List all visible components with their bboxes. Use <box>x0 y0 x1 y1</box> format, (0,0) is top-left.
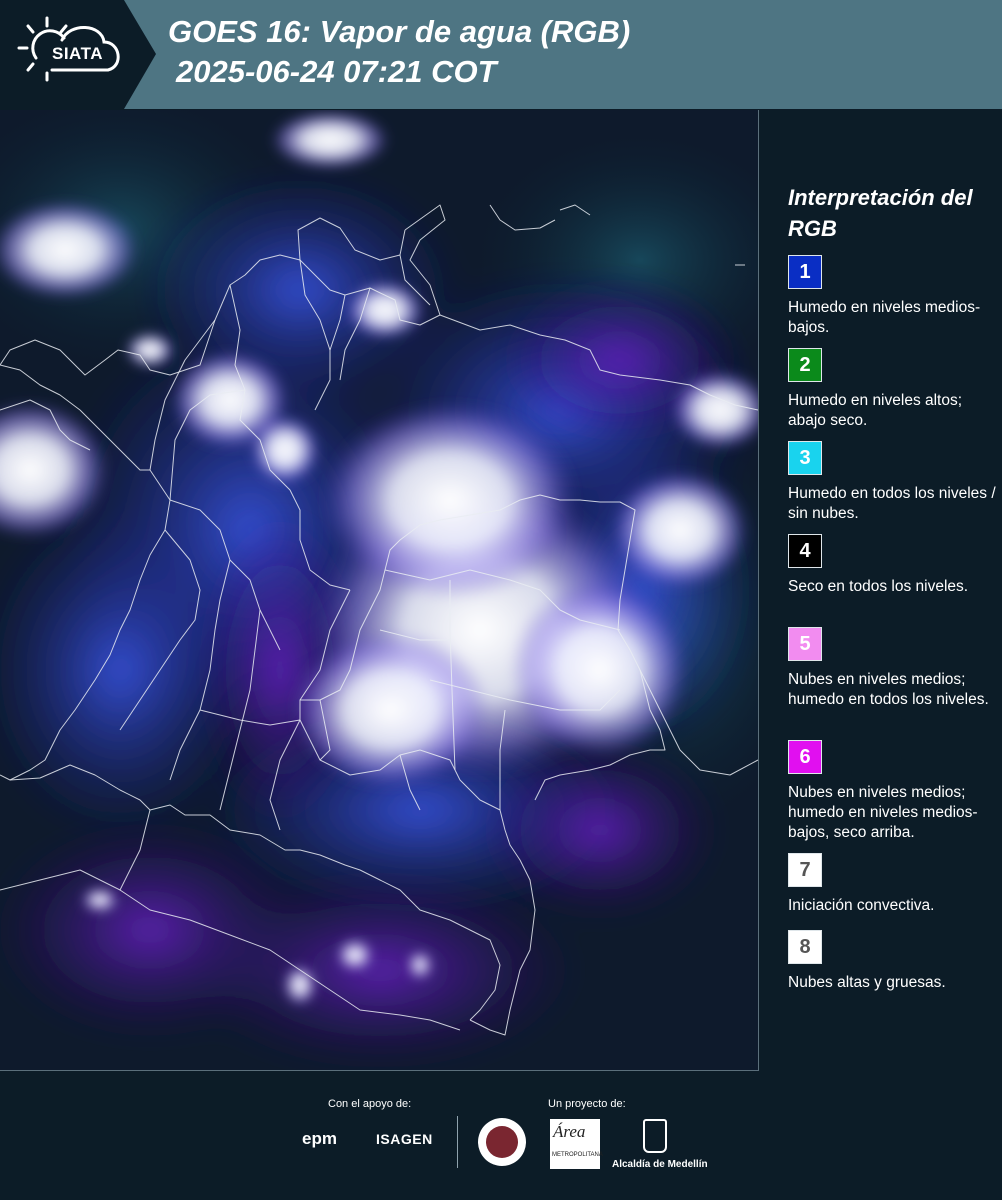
epm-logo: epm <box>302 1129 337 1148</box>
legend-description: Iniciación convectiva. <box>788 897 935 914</box>
logo-text: SIATA <box>52 44 103 63</box>
area-metropolitana-logo: Área METROPOLITANA <box>550 1119 603 1169</box>
legend-description: Nubes en niveles medios; humedo en nivel… <box>788 784 978 841</box>
legend-description: Humedo en todos los niveles / sin nubes. <box>788 485 996 522</box>
legend-item: 6 Nubes en niveles medios; humedo en nive… <box>788 740 998 843</box>
rgb-legend: Interpretación del RGB 1 Humedo en nivele… <box>770 110 1002 1070</box>
legend-swatch: 1 <box>788 255 822 289</box>
legend-swatch: 2 <box>788 348 822 382</box>
timestamp: 2025-06-24 07:21 COT <box>176 54 497 89</box>
legend-item: 4 Seco en todos los niveles. <box>788 534 998 597</box>
project-label: Un proyecto de: <box>548 1098 626 1110</box>
legend-item: 3 Humedo en todos los niveles / sin nubes… <box>788 441 998 524</box>
metro-logo-sub: METROPOLITANA <box>552 1152 603 1158</box>
legend-item: 5 Nubes en niveles medios; humedo en todo… <box>788 627 998 710</box>
footer-divider <box>457 1116 458 1168</box>
support-label: Con el apoyo de: <box>328 1098 412 1110</box>
legend-swatch: 8 <box>788 930 822 964</box>
isagen-logo: ISAGEN <box>376 1131 433 1147</box>
legend-item: 2 Humedo en niveles altos; abajo seco. <box>788 348 998 431</box>
legend-swatch: 6 <box>788 740 822 774</box>
legend-item: 1 Humedo en niveles medios-bajos. <box>788 255 998 338</box>
legend-swatch: 7 <box>788 853 822 887</box>
legend-description: Humedo en niveles altos; abajo seco. <box>788 392 963 429</box>
alcaldia-shield-icon <box>643 1119 667 1153</box>
alcaldia-label: Alcaldía de Medellín <box>612 1159 708 1170</box>
legend-swatch: 5 <box>788 627 822 661</box>
legend-description: Seco en todos los niveles. <box>788 578 969 595</box>
legend-item: 8 Nubes altas y gruesas. <box>788 930 998 993</box>
legend-description: Nubes altas y gruesas. <box>788 974 946 991</box>
satellite-map <box>0 110 759 1071</box>
antioquia-seal-logo <box>478 1118 526 1166</box>
metro-logo-text: Área <box>553 1122 586 1141</box>
legend-swatch: 4 <box>788 534 822 568</box>
legend-title: Interpretación del RGB <box>788 185 973 241</box>
header-bar: SIATA GOES 16: Vapor de agua (RGB) 2025-… <box>0 0 1002 109</box>
legend-swatch: 3 <box>788 441 822 475</box>
legend-description: Humedo en niveles medios-bajos. <box>788 299 981 336</box>
siata-logo: SIATA <box>0 0 158 109</box>
legend-description: Nubes en niveles medios; humedo en todos… <box>788 671 989 708</box>
legend-item: 7 Iniciación convectiva. <box>788 853 998 916</box>
page-title: GOES 16: Vapor de agua (RGB) <box>168 14 631 49</box>
